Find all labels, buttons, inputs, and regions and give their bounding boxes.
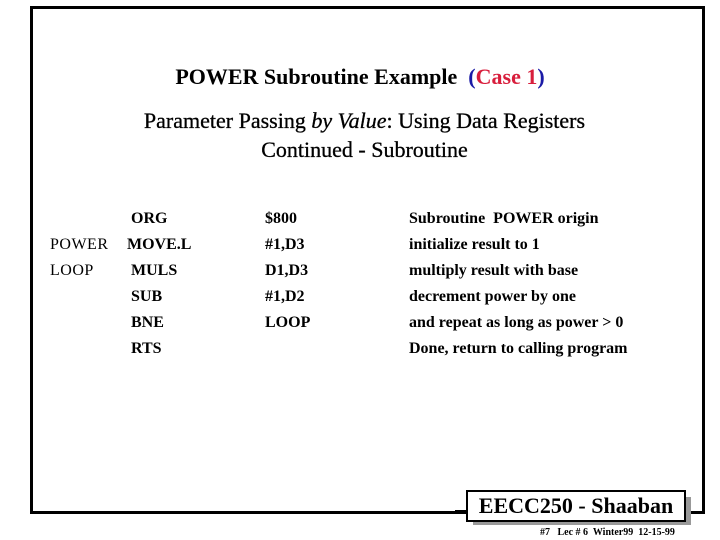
code-operand: LOOP (265, 314, 311, 331)
code-comment: Subroutine POWER origin (409, 210, 599, 227)
code-operand: #1,D2 (265, 288, 305, 305)
code-label (50, 336, 109, 362)
slide-title: POWER Subroutine Example (Case 1) (0, 63, 720, 91)
code-comments-column: Subroutine POWER origin initialize resul… (409, 206, 628, 362)
code-label: POWER (50, 236, 109, 253)
code-opcode: BNE (131, 314, 164, 331)
subtitle-line-1: Parameter Passing by Value: Using Data R… (143, 108, 586, 133)
code-opcode: MOVE.L (127, 236, 192, 253)
code-opcode: SUB (131, 288, 163, 305)
code-comment: initialize result to 1 (409, 236, 540, 253)
subtitle-emphasis: by Value (311, 108, 387, 133)
code-opcode: MULS (131, 262, 178, 279)
code-comment: and repeat as long as power > 0 (409, 314, 624, 331)
code-comment: multiply result with base (409, 262, 579, 279)
code-operand: $800 (265, 210, 297, 227)
code-opcode: RTS (131, 340, 162, 357)
slide-subtitle: Parameter Passing by Value: Using Data R… (0, 106, 720, 164)
title-paren-close: ) (537, 64, 545, 89)
code-operand: D1,D3 (265, 262, 309, 279)
code-opcodes-column: ORG MOVE.L MULS SUB BNE RTS (127, 206, 191, 362)
code-operands-column: $800 #1,D3 D1,D3 #1,D2 LOOP (265, 206, 310, 362)
code-operand: #1,D3 (265, 236, 305, 253)
title-paren-open: ( (468, 64, 476, 89)
code-operand (265, 336, 310, 362)
code-labels-column: POWER LOOP (50, 206, 109, 362)
code-label (50, 310, 109, 336)
title-case: Case 1 (475, 64, 538, 89)
code-opcode: ORG (131, 210, 168, 227)
badge-connector-line (455, 510, 466, 513)
code-label (50, 284, 109, 310)
title-main: POWER Subroutine Example (175, 64, 458, 89)
course-badge: EECC250 - Shaaban (466, 490, 686, 522)
code-label (50, 206, 109, 232)
code-comment: decrement power by one (409, 288, 576, 305)
subtitle-line-2: Continued - Subroutine (261, 137, 468, 162)
code-label: LOOP (50, 262, 94, 279)
code-comment: Done, return to calling program (409, 340, 628, 357)
slide-footer-info: #7 Lec # 6 Winter99 12-15-99 (540, 527, 675, 538)
